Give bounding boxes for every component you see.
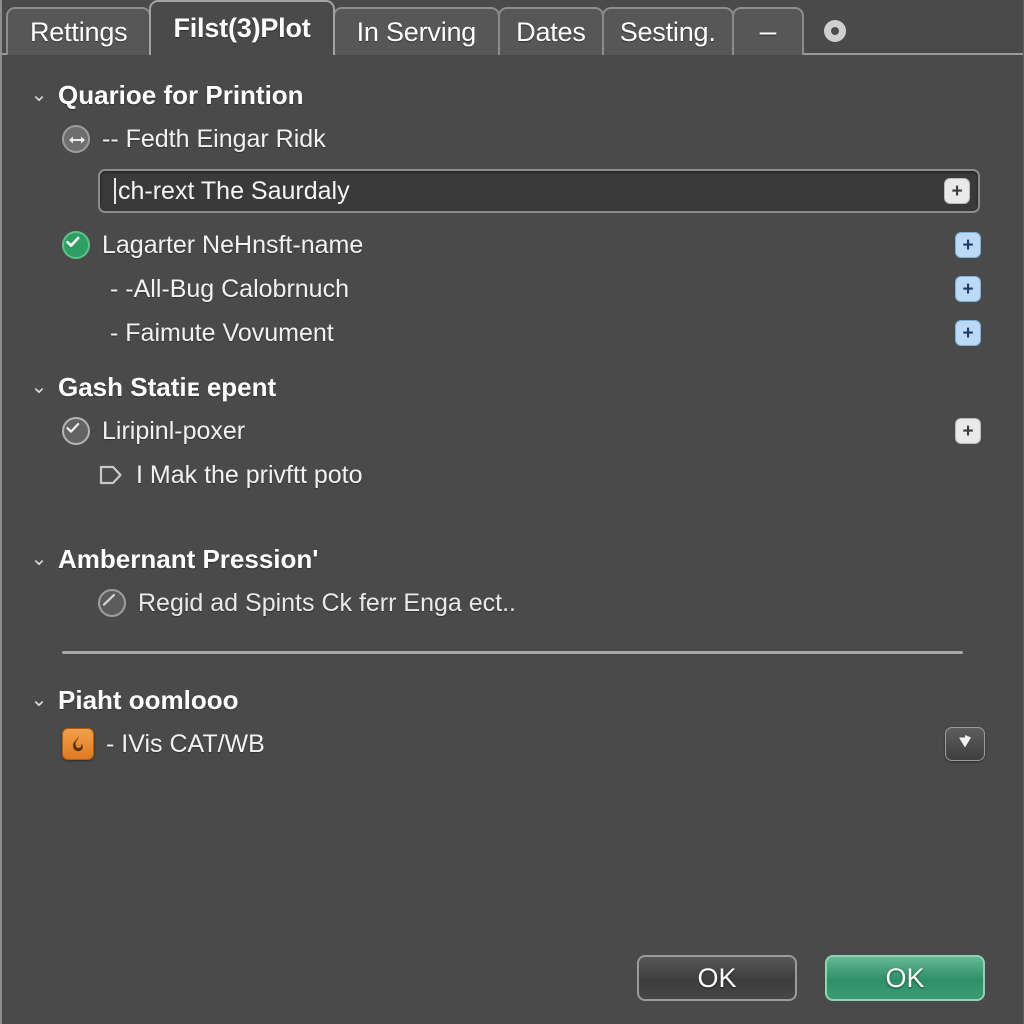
chevron-down-icon: ⌄ bbox=[30, 689, 48, 711]
dropdown-button[interactable] bbox=[945, 727, 985, 761]
tab-label: In Serving bbox=[356, 16, 477, 47]
button-label: OK bbox=[885, 962, 925, 993]
tab-label: Filst(3)Plot bbox=[173, 13, 311, 43]
tab-sesting[interactable]: Sesting. bbox=[601, 7, 734, 55]
chevron-down-icon: ⌄ bbox=[30, 548, 48, 570]
text-caret bbox=[114, 178, 116, 204]
tab-dates[interactable]: Dates bbox=[498, 7, 604, 55]
dialog-footer: OK OK bbox=[2, 932, 1023, 1024]
section-title: Quarioe for Printion bbox=[58, 79, 304, 110]
confirm-ok-button[interactable]: OK bbox=[825, 955, 985, 1001]
tab-filst-plot[interactable]: Filst(3)Plot bbox=[149, 0, 335, 57]
minimize-icon: – bbox=[759, 15, 777, 48]
section-header-gash[interactable]: ⌄ Gash Statiᴇ epent bbox=[26, 365, 999, 409]
list-item-allbug[interactable]: - -All-Bug Calobrnuch + bbox=[26, 267, 999, 311]
chevron-down-icon: ⌄ bbox=[30, 84, 48, 106]
section-divider bbox=[62, 651, 963, 654]
list-item-label: I Mak the privftt poto bbox=[136, 460, 363, 489]
tab-label: Rettings bbox=[30, 16, 128, 47]
add-button[interactable]: + bbox=[944, 178, 970, 204]
section-title: Piaht oomlooo bbox=[58, 684, 239, 715]
resize-arrows-icon bbox=[62, 125, 90, 153]
list-item-label: -- Fedth Eingar Ridk bbox=[102, 124, 326, 153]
list-item-ivis-cat-wb[interactable]: - IVis CAT/WB bbox=[26, 722, 999, 766]
list-item-mak-poto[interactable]: I Mak the privftt poto bbox=[26, 453, 999, 497]
tag-outline-icon bbox=[98, 463, 124, 487]
cancel-ok-button[interactable]: OK bbox=[637, 955, 797, 1001]
tab-label: Sesting. bbox=[619, 16, 716, 47]
list-item-liripinl[interactable]: Liripinl-poxer + bbox=[26, 409, 999, 453]
add-button[interactable]: + bbox=[955, 276, 981, 302]
button-label: OK bbox=[697, 962, 737, 993]
search-input[interactable]: ch-rext The Saurdaly + bbox=[98, 169, 980, 213]
search-input-value: ch-rext The Saurdaly bbox=[118, 176, 350, 205]
section-title: Ambernant Pression' bbox=[58, 543, 319, 574]
list-item-label: - IVis CAT/WB bbox=[106, 729, 265, 758]
section-header-printion[interactable]: ⌄ Quarioe for Printion bbox=[26, 73, 999, 117]
list-item-label: Lagarter NeHnsft-name bbox=[102, 230, 364, 259]
settings-dialog: Rettings Filst(3)Plot In Serving Dates S… bbox=[0, 0, 1024, 1024]
check-circle-gray-icon bbox=[62, 417, 90, 445]
add-button[interactable]: + bbox=[955, 418, 981, 444]
list-item-label: Liripinl-poxer bbox=[102, 416, 246, 445]
tab-rettings[interactable]: Rettings bbox=[6, 7, 152, 55]
chevron-down-icon: ⌄ bbox=[30, 376, 48, 398]
list-item-lagarter[interactable]: Lagarter NeHnsft-name + bbox=[26, 223, 999, 267]
tab-in-serving[interactable]: In Serving bbox=[332, 7, 501, 55]
no-entry-circle-icon bbox=[98, 589, 126, 617]
tab-bar: Rettings Filst(3)Plot In Serving Dates S… bbox=[2, 0, 1023, 57]
list-item-faimute[interactable]: - Faimute Vovument + bbox=[26, 311, 999, 355]
list-item-label: Regid ad Spints Ck ferr Enga ect.. bbox=[138, 588, 516, 617]
record-button[interactable] bbox=[802, 7, 868, 55]
list-item-label: - -All-Bug Calobrnuch bbox=[110, 274, 349, 303]
add-button[interactable]: + bbox=[955, 320, 981, 346]
section-header-piaht[interactable]: ⌄ Piaht oomlooo bbox=[26, 678, 999, 722]
list-item-label: - Faimute Vovument bbox=[110, 318, 334, 347]
list-item-resize[interactable]: -- Fedth Eingar Ridk bbox=[26, 117, 999, 161]
orange-app-icon bbox=[62, 728, 94, 760]
section-header-ambernant[interactable]: ⌄ Ambernant Pression' bbox=[26, 537, 999, 581]
list-item-regid[interactable]: Regid ad Spints Ck ferr Enga ect.. bbox=[26, 581, 999, 625]
minimize-button[interactable]: – bbox=[731, 7, 805, 55]
tab-label: Dates bbox=[516, 16, 586, 47]
record-dot-icon bbox=[824, 20, 847, 42]
check-circle-green-icon bbox=[62, 231, 90, 259]
section-title: Gash Statiᴇ epent bbox=[58, 371, 277, 402]
dialog-content: ⌄ Quarioe for Printion -- Fedth Eingar R… bbox=[2, 55, 1023, 932]
add-button[interactable]: + bbox=[955, 232, 981, 258]
chevron-down-icon bbox=[956, 734, 974, 755]
